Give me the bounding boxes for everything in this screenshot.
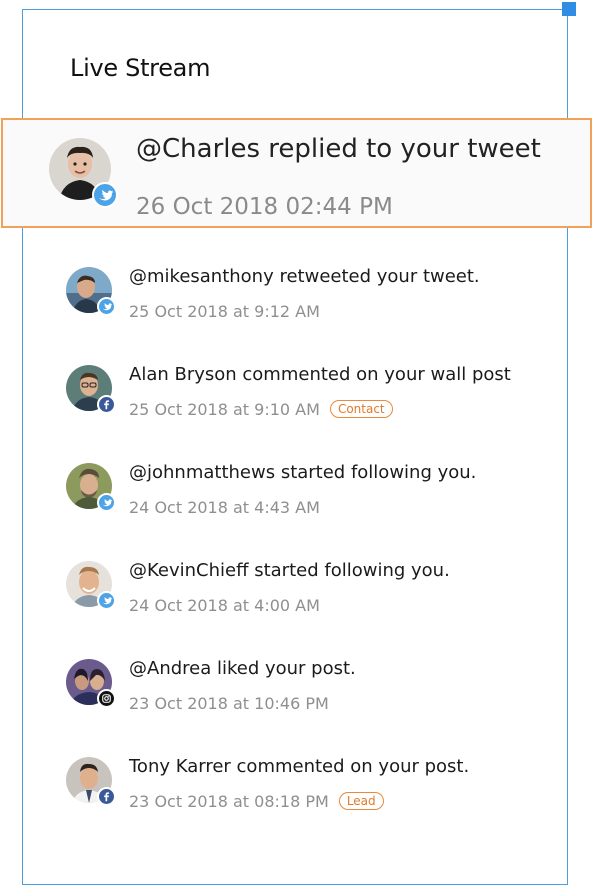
list-item[interactable]: @Andrea liked your post. 23 Oct 2018 at … <box>0 658 593 738</box>
feed-item-text: @mikesanthony retweeted your tweet. <box>129 266 480 287</box>
feed-item-timestamp: 23 Oct 2018 at 08:18 PM Lead <box>129 792 384 811</box>
feed-item-timestamp: 25 Oct 2018 at 9:10 AM Contact <box>129 400 393 419</box>
feed-item-text: @johnmatthews started following you. <box>129 462 477 483</box>
twitter-badge-icon <box>97 297 116 316</box>
facebook-badge-icon <box>97 787 116 806</box>
list-item[interactable]: Tony Karrer commented on your post. 23 O… <box>0 756 593 836</box>
feed-item-text: @Andrea liked your post. <box>129 658 356 679</box>
twitter-badge-icon <box>92 182 118 208</box>
feed-item-timestamp: 24 Oct 2018 at 4:00 AM <box>129 596 320 615</box>
twitter-badge-icon <box>97 493 116 512</box>
lead-tag-badge[interactable]: Lead <box>338 792 384 810</box>
list-item[interactable]: @johnmatthews started following you. 24 … <box>0 462 593 542</box>
feed-item-text: @Charles replied to your tweet <box>136 134 541 164</box>
list-item[interactable]: @mikesanthony retweeted your tweet. 25 O… <box>0 266 593 346</box>
feed-item-text: Alan Bryson commented on your wall post <box>129 364 511 385</box>
feed-item-timestamp: 24 Oct 2018 at 4:43 AM <box>129 498 320 517</box>
resize-handle[interactable] <box>562 2 576 16</box>
list-item[interactable]: @KevinChieff started following you. 24 O… <box>0 560 593 640</box>
instagram-badge-icon <box>97 689 116 708</box>
panel-title: Live Stream <box>70 54 211 82</box>
contact-tag-badge[interactable]: Contact <box>329 400 393 418</box>
feed-item-timestamp: 23 Oct 2018 at 10:46 PM <box>129 694 329 713</box>
list-item[interactable]: Alan Bryson commented on your wall post … <box>0 364 593 444</box>
twitter-badge-icon <box>97 591 116 610</box>
feed-item-timestamp: 26 Oct 2018 02:44 PM <box>136 194 393 220</box>
feed-item-text: @KevinChieff started following you. <box>129 560 450 581</box>
highlighted-feed-item[interactable]: @Charles replied to your tweet 26 Oct 20… <box>1 118 592 228</box>
feed-item-timestamp: 25 Oct 2018 at 9:12 AM <box>129 302 320 321</box>
facebook-badge-icon <box>97 395 116 414</box>
feed-item-text: Tony Karrer commented on your post. <box>129 756 470 777</box>
